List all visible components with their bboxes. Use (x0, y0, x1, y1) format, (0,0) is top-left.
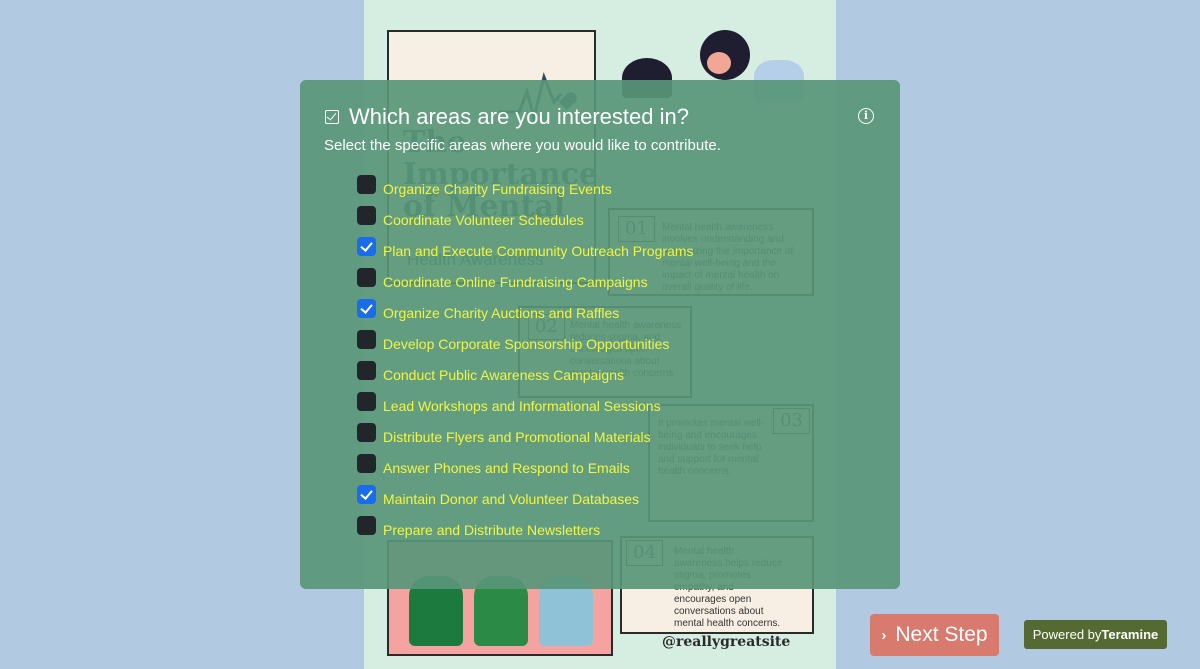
checkbox-unchecked[interactable] (357, 361, 376, 380)
option-item[interactable]: Organize Charity Fundraising Events (357, 173, 693, 204)
option-label[interactable]: Maintain Donor and Volunteer Databases (383, 491, 639, 507)
option-item[interactable]: Plan and Execute Community Outreach Prog… (357, 235, 693, 266)
option-label[interactable]: Organize Charity Fundraising Events (383, 181, 612, 197)
poster-site: @reallygreatsite (662, 634, 791, 650)
option-item[interactable]: Answer Phones and Respond to Emails (357, 452, 693, 483)
illustration-face (707, 52, 731, 74)
option-item[interactable]: Develop Corporate Sponsorship Opportunit… (357, 328, 693, 359)
option-item[interactable]: Prepare and Distribute Newsletters (357, 514, 693, 545)
options-list: Organize Charity Fundraising Events Coord… (357, 173, 693, 545)
powered-by-brand: Teramine (1101, 627, 1159, 642)
option-item[interactable]: Maintain Donor and Volunteer Databases (357, 483, 693, 514)
option-item[interactable]: Coordinate Volunteer Schedules (357, 204, 693, 235)
checkbox-checked[interactable] (357, 485, 376, 504)
checkbox-unchecked[interactable] (357, 423, 376, 442)
powered-by-badge[interactable]: Powered by Teramine (1024, 620, 1167, 649)
question-description: Select the specific areas where you woul… (324, 137, 721, 154)
checkbox-unchecked[interactable] (357, 516, 376, 535)
option-item[interactable]: Lead Workshops and Informational Session… (357, 390, 693, 421)
option-item[interactable]: Distribute Flyers and Promotional Materi… (357, 421, 693, 452)
option-label[interactable]: Organize Charity Auctions and Raffles (383, 305, 619, 321)
option-label[interactable]: Lead Workshops and Informational Session… (383, 398, 661, 414)
checkbox-question-icon (325, 110, 339, 124)
option-item[interactable]: Organize Charity Auctions and Raffles (357, 297, 693, 328)
option-label[interactable]: Plan and Execute Community Outreach Prog… (383, 243, 693, 259)
checkbox-checked[interactable] (357, 299, 376, 318)
option-label[interactable]: Distribute Flyers and Promotional Materi… (383, 429, 651, 445)
checkbox-unchecked[interactable] (357, 454, 376, 473)
option-item[interactable]: Coordinate Online Fundraising Campaigns (357, 266, 693, 297)
next-step-button[interactable]: › Next Step (870, 614, 999, 656)
checkbox-unchecked[interactable] (357, 330, 376, 349)
question-header: Which areas are you interested in? (325, 104, 689, 130)
checkbox-unchecked[interactable] (357, 268, 376, 287)
option-label[interactable]: Prepare and Distribute Newsletters (383, 522, 600, 538)
option-item[interactable]: Conduct Public Awareness Campaigns (357, 359, 693, 390)
next-step-label: Next Step (895, 623, 988, 646)
powered-by-prefix: Powered by (1032, 627, 1102, 642)
option-label[interactable]: Develop Corporate Sponsorship Opportunit… (383, 336, 669, 352)
option-label[interactable]: Coordinate Online Fundraising Campaigns (383, 274, 648, 290)
chevron-right-icon: › (881, 626, 887, 644)
checkbox-unchecked[interactable] (357, 175, 376, 194)
checkbox-unchecked[interactable] (357, 206, 376, 225)
question-panel: Which areas are you interested in? i Sel… (300, 80, 900, 589)
checkbox-checked[interactable] (357, 237, 376, 256)
checkbox-unchecked[interactable] (357, 392, 376, 411)
option-label[interactable]: Conduct Public Awareness Campaigns (383, 367, 624, 383)
info-icon[interactable]: i (858, 108, 874, 124)
option-label[interactable]: Coordinate Volunteer Schedules (383, 212, 584, 228)
option-label[interactable]: Answer Phones and Respond to Emails (383, 460, 630, 476)
question-title: Which areas are you interested in? (349, 104, 689, 129)
